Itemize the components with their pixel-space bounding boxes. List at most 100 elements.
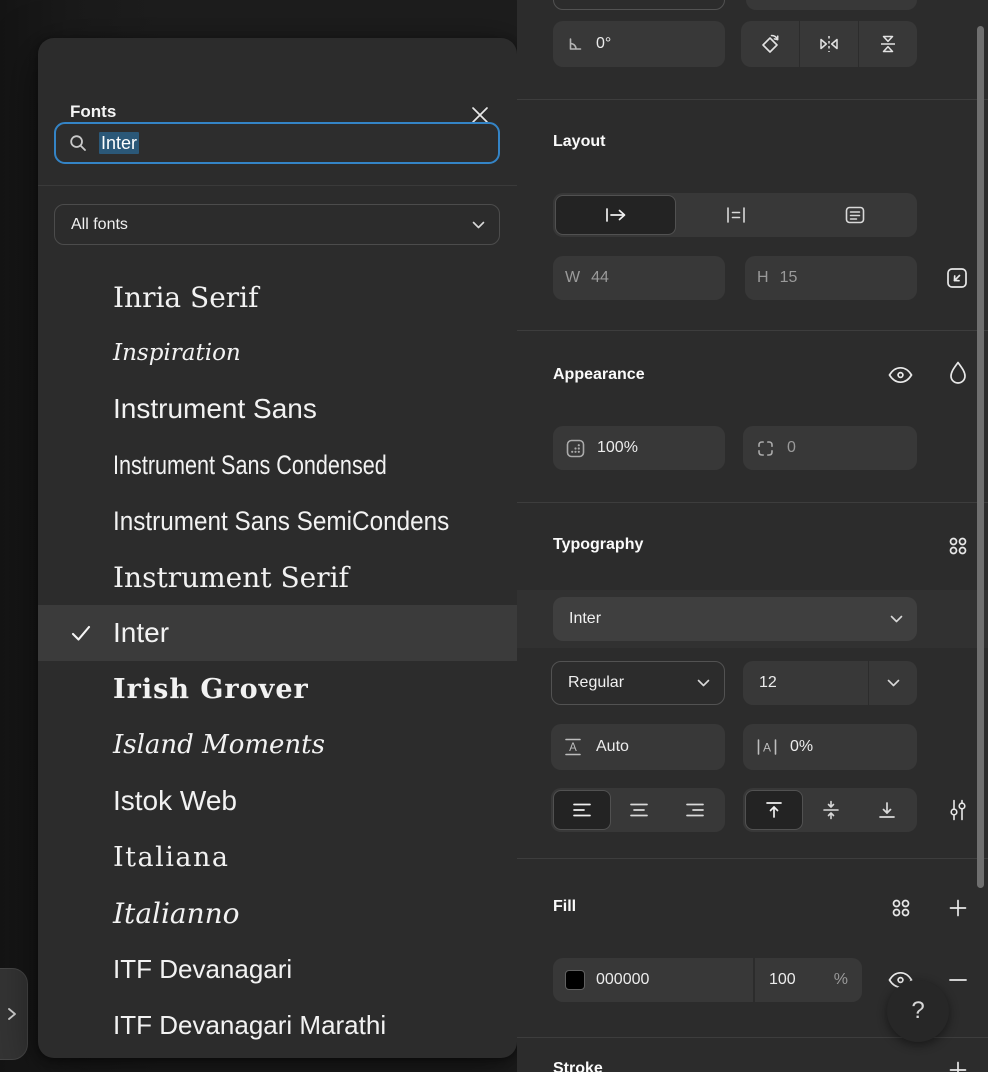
divider — [517, 502, 988, 503]
divider — [517, 330, 988, 331]
blend-mode-button[interactable] — [945, 358, 971, 388]
font-style-value: Regular — [568, 674, 697, 692]
width-label: W — [565, 269, 580, 287]
font-size-dropdown-button[interactable] — [869, 661, 917, 705]
svg-text:A: A — [763, 741, 771, 755]
height-field[interactable]: H 15 — [745, 256, 917, 300]
angle-icon — [565, 34, 585, 54]
fonts-dialog: Fonts Inter All fonts Inria Serif Inspir… — [38, 38, 517, 1058]
selected-text: Inter — [99, 132, 139, 154]
align-left-icon — [572, 802, 592, 818]
line-height-field[interactable]: A Auto — [551, 724, 725, 770]
text-styles-button[interactable] — [946, 534, 970, 558]
font-name: Island Moments — [113, 730, 325, 760]
align-bottom-icon — [877, 800, 897, 820]
font-size-value: 12 — [759, 674, 868, 692]
font-list-item[interactable]: Instrument Serif — [38, 549, 517, 605]
type-settings-button[interactable] — [946, 798, 970, 822]
remove-fill-button[interactable] — [948, 971, 968, 989]
divider — [517, 99, 988, 100]
sizing-hug-option[interactable] — [555, 195, 676, 235]
sizing-fixed-option[interactable] — [676, 195, 795, 235]
align-right-option[interactable] — [667, 790, 723, 830]
visibility-button[interactable] — [885, 363, 915, 387]
sizing-fill-option[interactable] — [796, 195, 915, 235]
x-position-field[interactable] — [553, 0, 725, 10]
font-size-field[interactable]: 12 — [743, 661, 917, 705]
opacity-field[interactable]: 100% — [553, 426, 725, 470]
font-style-dropdown[interactable]: Regular — [551, 661, 725, 705]
font-list-item[interactable]: Inspiration — [38, 325, 517, 381]
font-list-item[interactable]: ITF Devanagari — [38, 941, 517, 997]
height-value: 15 — [780, 269, 798, 287]
font-name: Italianno — [113, 897, 240, 930]
font-family-dropdown[interactable]: Inter — [553, 597, 917, 641]
sidebar-expand-button[interactable] — [0, 968, 28, 1060]
check-icon — [70, 622, 92, 644]
font-list-item[interactable]: Italiana — [38, 829, 517, 885]
rotation-field[interactable]: 0° — [553, 21, 725, 67]
opacity-grid-icon — [565, 438, 586, 459]
align-right-icon — [685, 802, 705, 818]
corner-radius-field[interactable]: 0 — [743, 426, 917, 470]
align-middle-icon — [821, 800, 841, 820]
type-settings-icon — [948, 798, 968, 822]
font-list-item-selected[interactable]: Inter — [38, 605, 517, 661]
font-name: ITF Devanagari Marathi — [113, 1010, 386, 1041]
hug-width-icon — [603, 206, 629, 224]
font-name: Instrument Sans Condensed — [113, 450, 387, 481]
font-list-item[interactable]: Instrument Sans — [38, 381, 517, 437]
rotate-90-button[interactable] — [741, 21, 799, 67]
align-left-option[interactable] — [553, 790, 611, 830]
flip-horizontal-button[interactable] — [800, 21, 858, 67]
width-field[interactable]: W 44 — [553, 256, 725, 300]
vertical-align-segmented — [743, 788, 917, 832]
help-button[interactable]: ? — [887, 980, 949, 1042]
fill-heading: Fill — [553, 898, 576, 916]
font-list-item[interactable]: Istok Web — [38, 773, 517, 829]
search-icon — [68, 133, 88, 153]
font-name: Inter — [113, 617, 169, 649]
minus-icon — [949, 978, 967, 982]
constrain-proportions-button[interactable] — [941, 262, 973, 294]
corner-radius-icon — [755, 438, 776, 459]
fill-styles-button[interactable] — [889, 896, 913, 920]
chevron-down-icon — [890, 615, 903, 623]
y-position-field[interactable] — [746, 0, 917, 10]
color-swatch[interactable] — [565, 970, 585, 990]
text-box-icon — [844, 205, 866, 225]
font-search-input[interactable]: Inter — [54, 122, 500, 164]
align-top-icon — [764, 800, 784, 820]
font-list-item[interactable]: Instrument Sans SemiCondens — [38, 493, 517, 549]
add-fill-button[interactable] — [946, 896, 970, 920]
add-stroke-button[interactable] — [946, 1058, 970, 1072]
valign-bottom-option[interactable] — [859, 790, 915, 830]
letter-spacing-field[interactable]: A 0% — [743, 724, 917, 770]
font-list-item[interactable]: Inria Serif — [38, 269, 517, 325]
fill-opacity-field[interactable]: 100 % — [755, 958, 862, 1002]
fill-hex-value: 000000 — [596, 971, 649, 989]
align-center-option[interactable] — [611, 790, 667, 830]
font-name: Irish Grover — [113, 674, 309, 705]
font-name: ITF Devanagari — [113, 954, 292, 985]
fill-color-field[interactable]: 000000 — [553, 958, 753, 1002]
font-list-item[interactable]: Italianno — [38, 885, 517, 941]
flip-vertical-button[interactable] — [859, 21, 917, 67]
font-list-item[interactable]: Irish Grover — [38, 661, 517, 717]
panel-scrollbar[interactable] — [977, 26, 984, 888]
text-align-segmented — [551, 788, 725, 832]
droplet-icon — [948, 360, 968, 387]
valign-top-option[interactable] — [745, 790, 803, 830]
font-filter-dropdown[interactable]: All fonts — [54, 204, 500, 245]
font-list-item[interactable]: Instrument Sans Condensed — [38, 437, 517, 493]
font-list-item[interactable]: ITF Devanagari Marathi — [38, 997, 517, 1053]
font-list-item[interactable]: Island Moments — [38, 717, 517, 773]
valign-middle-option[interactable] — [803, 790, 859, 830]
font-name: Instrument Sans SemiCondens — [113, 506, 449, 537]
styles-icon — [890, 897, 912, 919]
letter-spacing-icon: A — [755, 736, 779, 758]
transform-buttons — [741, 21, 917, 67]
search-value: Inter — [99, 133, 139, 154]
font-filter-label: All fonts — [71, 216, 472, 234]
align-center-icon — [629, 802, 649, 818]
